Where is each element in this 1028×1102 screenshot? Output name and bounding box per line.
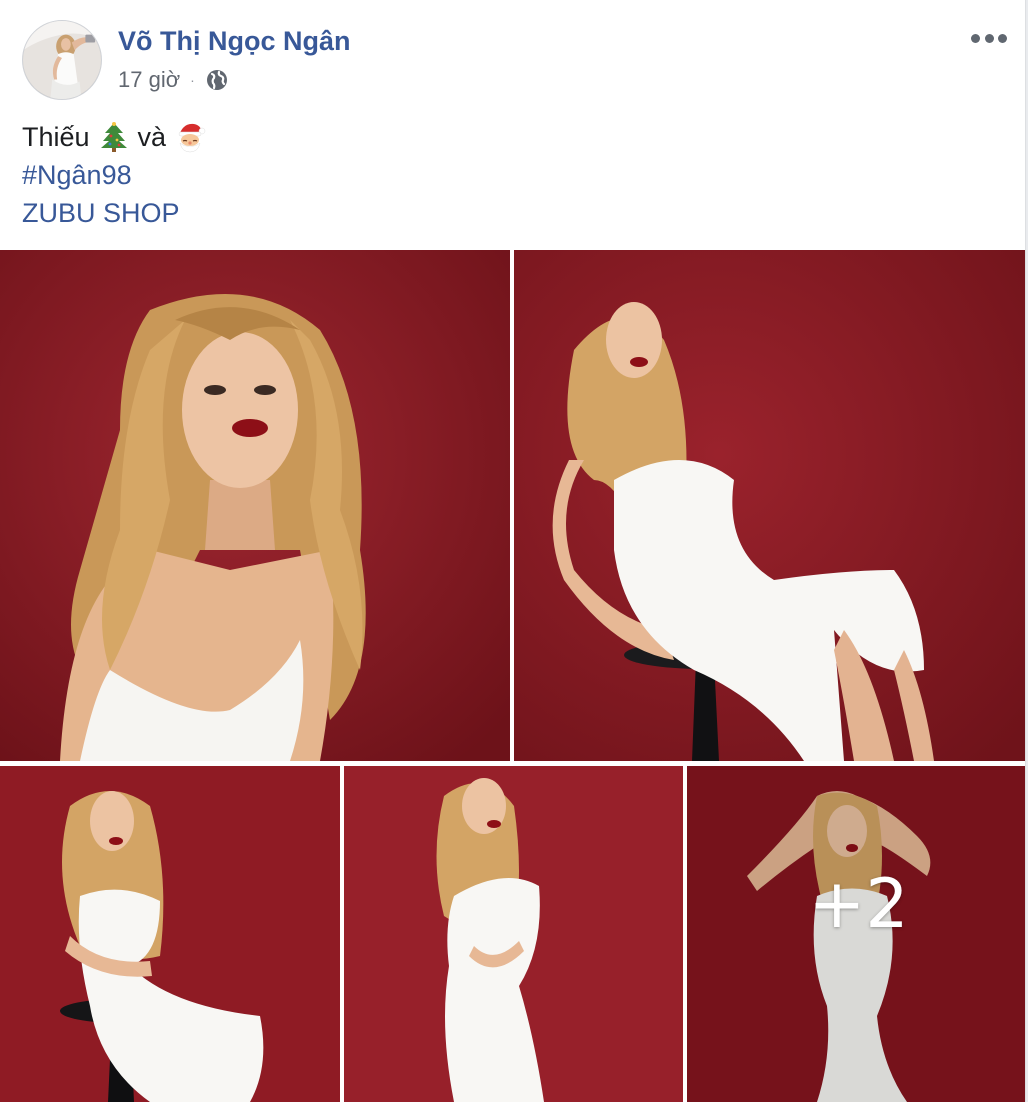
author-name-link[interactable]: Võ Thị Ngọc Ngân [118, 26, 351, 57]
feed-post: Võ Thị Ngọc Ngân 17 giờ · Thiếu và #Ngân… [0, 0, 1026, 1102]
hashtag-link[interactable]: #Ngân98 [22, 156, 132, 194]
dot [984, 33, 994, 43]
hashtag-line: #Ngân98 [22, 156, 214, 194]
meta-separator: · [190, 72, 195, 88]
post-text: Thiếu và #Ngân98 ZUBU SHOP [22, 118, 214, 232]
post-text-line-1: Thiếu và [22, 118, 214, 156]
more-photos-count: +2 [808, 864, 909, 944]
photo-4-image [344, 766, 683, 1102]
photo-3-image [0, 766, 340, 1102]
more-photos-overlay[interactable]: +2 [687, 766, 1025, 1102]
post-text-start: Thiếu [22, 122, 90, 152]
photo-1[interactable] [0, 250, 510, 761]
more-options-icon[interactable] [971, 28, 1007, 48]
christmas-tree-icon [98, 121, 130, 153]
post-timestamp[interactable]: 17 giờ [118, 67, 180, 93]
dot [971, 33, 980, 43]
photo-4[interactable] [344, 766, 683, 1102]
photo-5-more[interactable]: +2 [687, 766, 1025, 1102]
shop-link[interactable]: ZUBU SHOP [22, 194, 180, 232]
author-avatar[interactable] [22, 20, 102, 100]
photo-2[interactable] [514, 250, 1025, 761]
dot [998, 33, 1007, 43]
post-text-middle: và [137, 122, 167, 152]
globe-icon[interactable] [205, 68, 229, 92]
photo-2-image [514, 250, 1025, 761]
santa-claus-icon [174, 121, 206, 153]
photo-1-image [0, 250, 510, 761]
post-meta: 17 giờ · [118, 66, 229, 94]
photo-3[interactable] [0, 766, 340, 1102]
avatar-image [23, 21, 101, 99]
shop-line: ZUBU SHOP [22, 194, 214, 232]
